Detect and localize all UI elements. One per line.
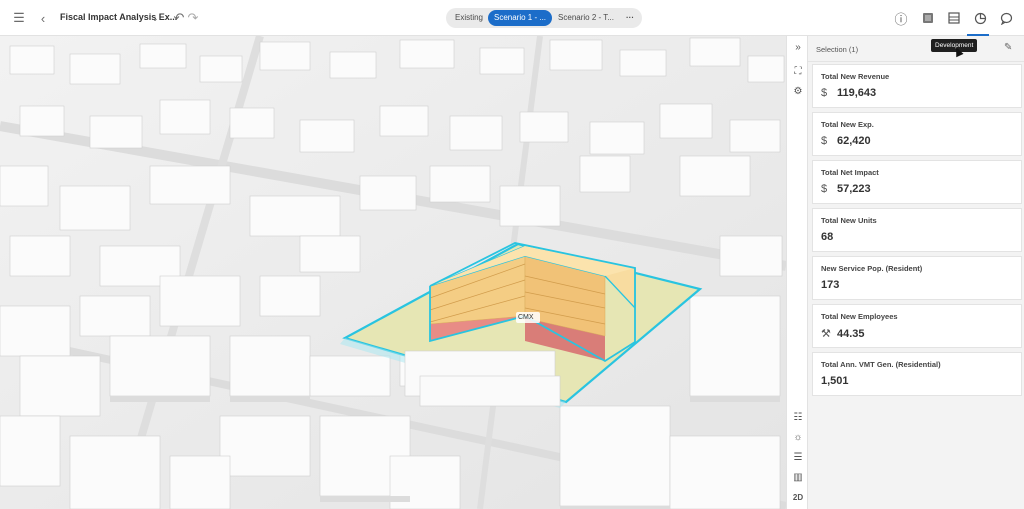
redo-icon[interactable]: ↷	[184, 9, 202, 27]
metric-value: 62,420	[837, 135, 871, 147]
hammer-icon: ⚒	[821, 328, 831, 340]
chart-icon[interactable]: ▥	[790, 470, 806, 486]
chart-pie-icon[interactable]	[971, 9, 989, 27]
metric-label: Total New Exp.	[821, 120, 874, 129]
metric-label: Total New Units	[821, 216, 877, 225]
metric-card-service-pop: New Service Pop. (Resident) 173	[812, 256, 1022, 300]
more-horizontal-icon[interactable]: ···	[622, 10, 638, 26]
metric-label: Total New Employees	[821, 312, 898, 321]
table-icon[interactable]	[945, 9, 963, 27]
metric-card-expense: Total New Exp. $62,420	[812, 112, 1022, 156]
chevron-down-icon[interactable]: ⌄	[146, 9, 164, 27]
metric-value: 57,223	[837, 183, 871, 195]
zone-label: CMX	[518, 314, 534, 321]
daylight-icon[interactable]: ☼	[790, 430, 806, 446]
measure-icon[interactable]: ⚙	[790, 84, 806, 100]
metric-card-vmt: Total Ann. VMT Gen. (Residential) 1,501	[812, 352, 1022, 396]
metric-card-units: Total New Units 68	[812, 208, 1022, 252]
tab-scenario-1[interactable]: Scenario 1 - ...	[488, 10, 552, 26]
map-toolbar: » ⛶ ⚙ ☷ ☼ ☰ ▥ 2D	[786, 36, 808, 509]
comment-icon[interactable]	[997, 9, 1015, 27]
selection-count: Selection (1)	[816, 45, 859, 54]
metric-card-net-impact: Total Net Impact $57,223	[812, 160, 1022, 204]
metric-value: 119,643	[837, 87, 877, 99]
dashboard-icon[interactable]	[919, 9, 937, 27]
metric-value: 68	[821, 231, 834, 243]
tab-existing[interactable]: Existing	[450, 10, 488, 26]
dollar-icon: $	[821, 87, 828, 99]
hamburger-menu-icon[interactable]: ☰	[10, 9, 28, 27]
metric-card-revenue: Total New Revenue $119,643	[812, 64, 1022, 108]
layer-icon[interactable]: ⛶	[790, 64, 806, 80]
legend-icon[interactable]: ☰	[790, 450, 806, 466]
metric-value: 44.35	[837, 328, 865, 340]
selection-panel: Selection (1) ✎ Total New Revenue $119,6…	[808, 36, 1024, 509]
tab-scenario-2[interactable]: Scenario 2 - T...	[556, 10, 616, 26]
pencil-icon[interactable]: ✎	[1004, 42, 1016, 54]
metric-value: 1,501	[821, 375, 849, 387]
scenario-tabs: Existing Scenario 1 - ... Scenario 2 - T…	[446, 8, 642, 28]
info-icon[interactable]: ⓘ	[892, 9, 910, 27]
metric-label: New Service Pop. (Resident)	[821, 264, 923, 273]
metric-label: Total New Revenue	[821, 72, 890, 81]
dollar-icon: $	[821, 135, 828, 147]
basemap-icon[interactable]: ☷	[790, 410, 806, 426]
dollar-icon: $	[821, 183, 828, 195]
metric-card-employees: Total New Employees ⚒ 44.35	[812, 304, 1022, 348]
metric-label: Total Net Impact	[821, 168, 879, 177]
map-view[interactable]: CMX	[0, 36, 786, 509]
toggle-2d-button[interactable]: 2D	[790, 490, 806, 506]
metric-value: 173	[821, 279, 840, 291]
panel-header: Selection (1) ✎	[808, 36, 1024, 62]
metric-label: Total Ann. VMT Gen. (Residential)	[821, 360, 941, 369]
collapse-panel-icon[interactable]: »	[790, 40, 806, 56]
app-header: ☰ ‹ Fiscal Impact Analysis Ex... ⌄ ↶ ↷ E…	[0, 0, 1024, 36]
chevron-left-icon[interactable]: ‹	[34, 9, 52, 27]
